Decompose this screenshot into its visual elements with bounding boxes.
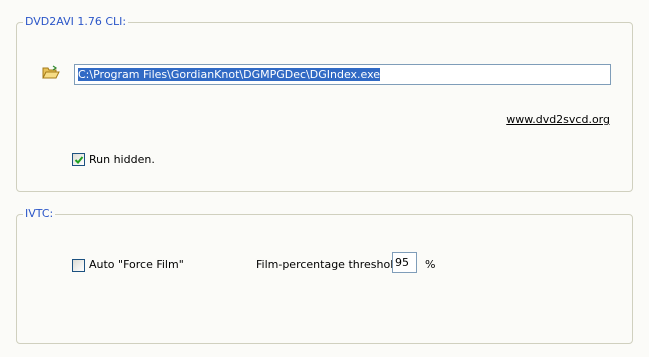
dvd2avi-group: DVD2AVI 1.76 CLI: C:\Program Files\Gordi… — [16, 15, 633, 192]
film-threshold-input[interactable]: 95 — [392, 252, 417, 273]
dvd2svcd-link[interactable]: www.dvd2svcd.org — [506, 113, 610, 126]
dvd2avi-group-title: DVD2AVI 1.76 CLI: — [23, 15, 129, 29]
percent-unit-label: % — [425, 258, 436, 271]
ivtc-group-title: IVTC: — [23, 207, 56, 221]
dgindex-path-input[interactable]: C:\Program Files\GordianKnot\DGMPGDec\DG… — [74, 64, 611, 85]
folder-open-icon[interactable] — [42, 65, 60, 80]
dgindex-path-value: C:\Program Files\GordianKnot\DGMPGDec\DG… — [78, 68, 381, 81]
force-film-label[interactable]: Auto "Force Film" — [89, 258, 184, 272]
force-film-checkbox[interactable] — [72, 259, 85, 272]
checkmark-icon — [74, 156, 84, 164]
film-threshold-label: Film-percentage threshold — [256, 258, 401, 271]
run-hidden-checkbox[interactable] — [72, 153, 85, 166]
film-threshold-value: 95 — [395, 256, 409, 269]
ivtc-group: IVTC: Auto "Force Film" Film-percentage … — [16, 207, 633, 344]
run-hidden-label[interactable]: Run hidden. — [89, 153, 155, 167]
